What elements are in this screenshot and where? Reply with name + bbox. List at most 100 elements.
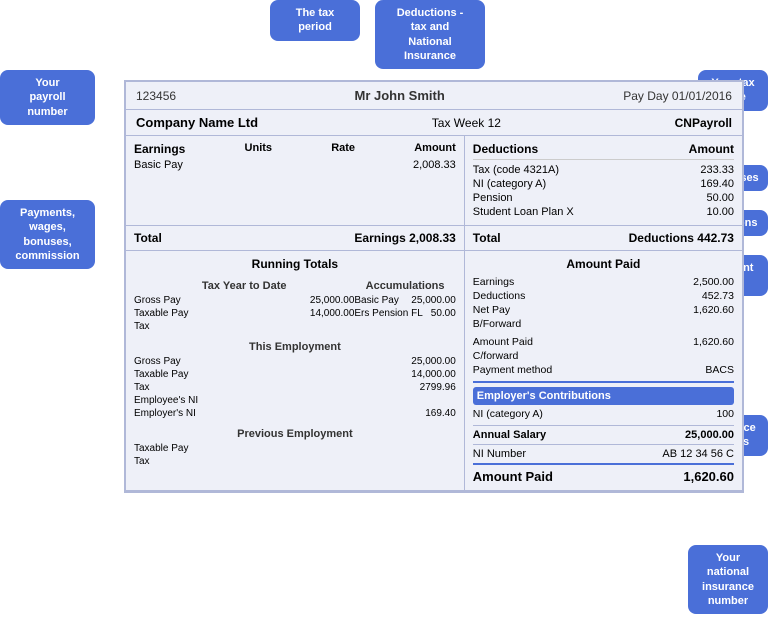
deduction-student-loan-label: Student Loan Plan X (473, 206, 574, 218)
deductions-col-amount: Amount (689, 142, 734, 156)
employer-contrib-box: Employer's Contributions NI (category A)… (473, 381, 734, 421)
emp-tax: Tax 2799.96 (134, 381, 456, 394)
employer-contrib-title: Employer's Contributions (473, 387, 734, 405)
ytd-label: Tax Year to Date (134, 280, 354, 292)
basic-pay-amount: 2,008.33 (413, 159, 456, 171)
payslip: 123456 Mr John Smith Pay Day 01/01/2016 … (124, 80, 744, 493)
running-totals-grid: Tax Year to Date Gross Pay 25,000.00 Tax… (134, 276, 456, 333)
deduction-tax-amount: 233.33 (700, 164, 734, 176)
this-employment-label: This Employment (134, 341, 456, 353)
ytd-tax: Tax (134, 320, 354, 333)
deduction-ni: NI (category A) 169.40 (473, 177, 734, 191)
callout-deductions: Deductions - tax and National Insurance (375, 0, 485, 69)
deduction-student-loan-amount: 10.00 (706, 206, 734, 218)
amount-paid-final-value: 1,620.60 (683, 469, 734, 484)
deduction-pension-label: Pension (473, 192, 513, 204)
ap-deductions: Deductions 452.73 (473, 289, 734, 303)
running-totals-section: Running Totals Tax Year to Date Gross Pa… (126, 251, 742, 491)
emp-employer-ni: Employer's NI 169.40 (134, 407, 456, 420)
callout-ni-number: Your national insurance number (688, 545, 768, 614)
header-row: 123456 Mr John Smith Pay Day 01/01/2016 (126, 82, 742, 110)
col-rate: Rate (331, 142, 355, 156)
emp-employee-ni: Employee's NI (134, 394, 456, 407)
accum-pension-value: 50.00 (431, 308, 456, 319)
earnings-total-value: Earnings 2,008.33 (354, 231, 455, 245)
callout-payroll: Your payroll number (0, 70, 95, 125)
basic-pay-label: Basic Pay (134, 159, 183, 171)
deduction-pension: Pension 50.00 (473, 191, 734, 205)
ni-number-box: NI Number AB 12 34 56 C (473, 444, 734, 460)
accum-pension: Ers Pension FL 50.00 (354, 307, 455, 320)
ap-payment-method: Payment method BACS (473, 363, 734, 377)
emp-gross: Gross Pay 25,000.00 (134, 355, 456, 368)
deduction-tax: Tax (code 4321A) 233.33 (473, 163, 734, 177)
annual-salary-box: Annual Salary 25,000.00 (473, 425, 734, 441)
ap-net-pay: Net Pay 1,620.60 (473, 303, 734, 317)
earnings-headers: Earnings Units Rate Amount (134, 142, 456, 156)
annual-salary-label: Annual Salary (473, 429, 546, 441)
ytd-gross-value: 25,000.00 (310, 295, 355, 306)
cn-payroll: CNPayroll (675, 116, 732, 130)
mid-section: Earnings Units Rate Amount Basic Pay 2,0… (126, 136, 742, 226)
callout-payments: Payments, wages, bonuses, commission (0, 200, 95, 269)
annual-salary-row: Annual Salary 25,000.00 (473, 429, 734, 441)
earnings-column: Earnings Units Rate Amount Basic Pay 2,0… (126, 136, 465, 225)
earnings-item-basic-pay: Basic Pay 2,008.33 (134, 158, 456, 172)
annual-salary-value: 25,000.00 (685, 429, 734, 441)
prev-tax: Tax (134, 455, 456, 468)
amount-paid-final-row: Amount Paid 1,620.60 (473, 469, 734, 484)
running-totals: Running Totals Tax Year to Date Gross Pa… (126, 251, 465, 490)
company-row: Company Name Ltd Tax Week 12 CNPayroll (126, 110, 742, 136)
main-container: Your payroll number The tax period Deduc… (0, 0, 768, 573)
accum-pension-label: Ers Pension FL (354, 308, 422, 319)
emp-taxable: Taxable Pay 14,000.00 (134, 368, 456, 381)
deductions-title: Deductions (473, 142, 538, 156)
ytd-column: Tax Year to Date Gross Pay 25,000.00 Tax… (134, 276, 354, 333)
ap-cforward: C/forward (473, 349, 734, 363)
deductions-total-label: Total (473, 231, 501, 245)
ni-number-value: AB 12 34 56 C (662, 448, 734, 460)
ytd-taxable-label: Taxable Pay (134, 308, 188, 319)
running-totals-title: Running Totals (134, 257, 456, 271)
deductions-header: Deductions Amount (473, 142, 734, 160)
deductions-column: Deductions Amount Tax (code 4321A) 233.3… (465, 136, 742, 225)
earnings-total-label: Total (134, 231, 162, 245)
deduction-ni-label: NI (category A) (473, 178, 546, 190)
ap-amount-paid: Amount Paid 1,620.60 (473, 335, 734, 349)
ytd-taxable-value: 14,000.00 (310, 308, 355, 319)
accum-basic-value: 25,000.00 (411, 295, 456, 306)
deduction-pension-amount: 50.00 (706, 192, 734, 204)
deduction-tax-label: Tax (code 4321A) (473, 164, 559, 176)
prev-employment-label: Previous Employment (134, 428, 456, 440)
amount-paid-final-box: Amount Paid 1,620.60 (473, 463, 734, 484)
amount-paid-section: Amount Paid Earnings 2,500.00 Deductions… (465, 251, 742, 490)
ap-bforward: B/Forward (473, 317, 734, 331)
accum-basic-pay: Basic Pay 25,000.00 (354, 294, 455, 307)
ytd-gross-label: Gross Pay (134, 295, 181, 306)
company-name: Company Name Ltd (136, 115, 258, 130)
earnings-title: Earnings (134, 142, 185, 156)
ytd-tax-label: Tax (134, 321, 150, 332)
ec-ni: NI (category A) 100 (473, 407, 734, 421)
col-units: Units (245, 142, 273, 156)
accumulations-column: Accumulations Basic Pay 25,000.00 Ers Pe… (354, 276, 455, 333)
col-amount: Amount (414, 142, 456, 156)
amount-paid-final-label: Amount Paid (473, 469, 553, 484)
pay-day: Pay Day 01/01/2016 (623, 89, 732, 103)
ni-number-row: NI Number AB 12 34 56 C (473, 448, 734, 460)
tax-week: Tax Week 12 (432, 116, 501, 130)
deductions-total: Total Deductions 442.73 (465, 226, 742, 250)
callout-tax-period: The tax period (270, 0, 360, 41)
ap-earnings: Earnings 2,500.00 (473, 275, 734, 289)
totals-row: Total Earnings 2,008.33 Total Deductions… (126, 226, 742, 251)
deduction-student-loan: Student Loan Plan X 10.00 (473, 205, 734, 219)
ni-number-label: NI Number (473, 448, 526, 460)
payroll-number: 123456 (136, 89, 176, 103)
accum-basic-label: Basic Pay (354, 295, 398, 306)
deductions-total-value: Deductions 442.73 (629, 231, 734, 245)
deduction-ni-amount: 169.40 (700, 178, 734, 190)
amount-paid-title: Amount Paid (473, 257, 734, 271)
ytd-gross-pay: Gross Pay 25,000.00 (134, 294, 354, 307)
earnings-total: Total Earnings 2,008.33 (126, 226, 465, 250)
employee-name: Mr John Smith (355, 88, 445, 103)
